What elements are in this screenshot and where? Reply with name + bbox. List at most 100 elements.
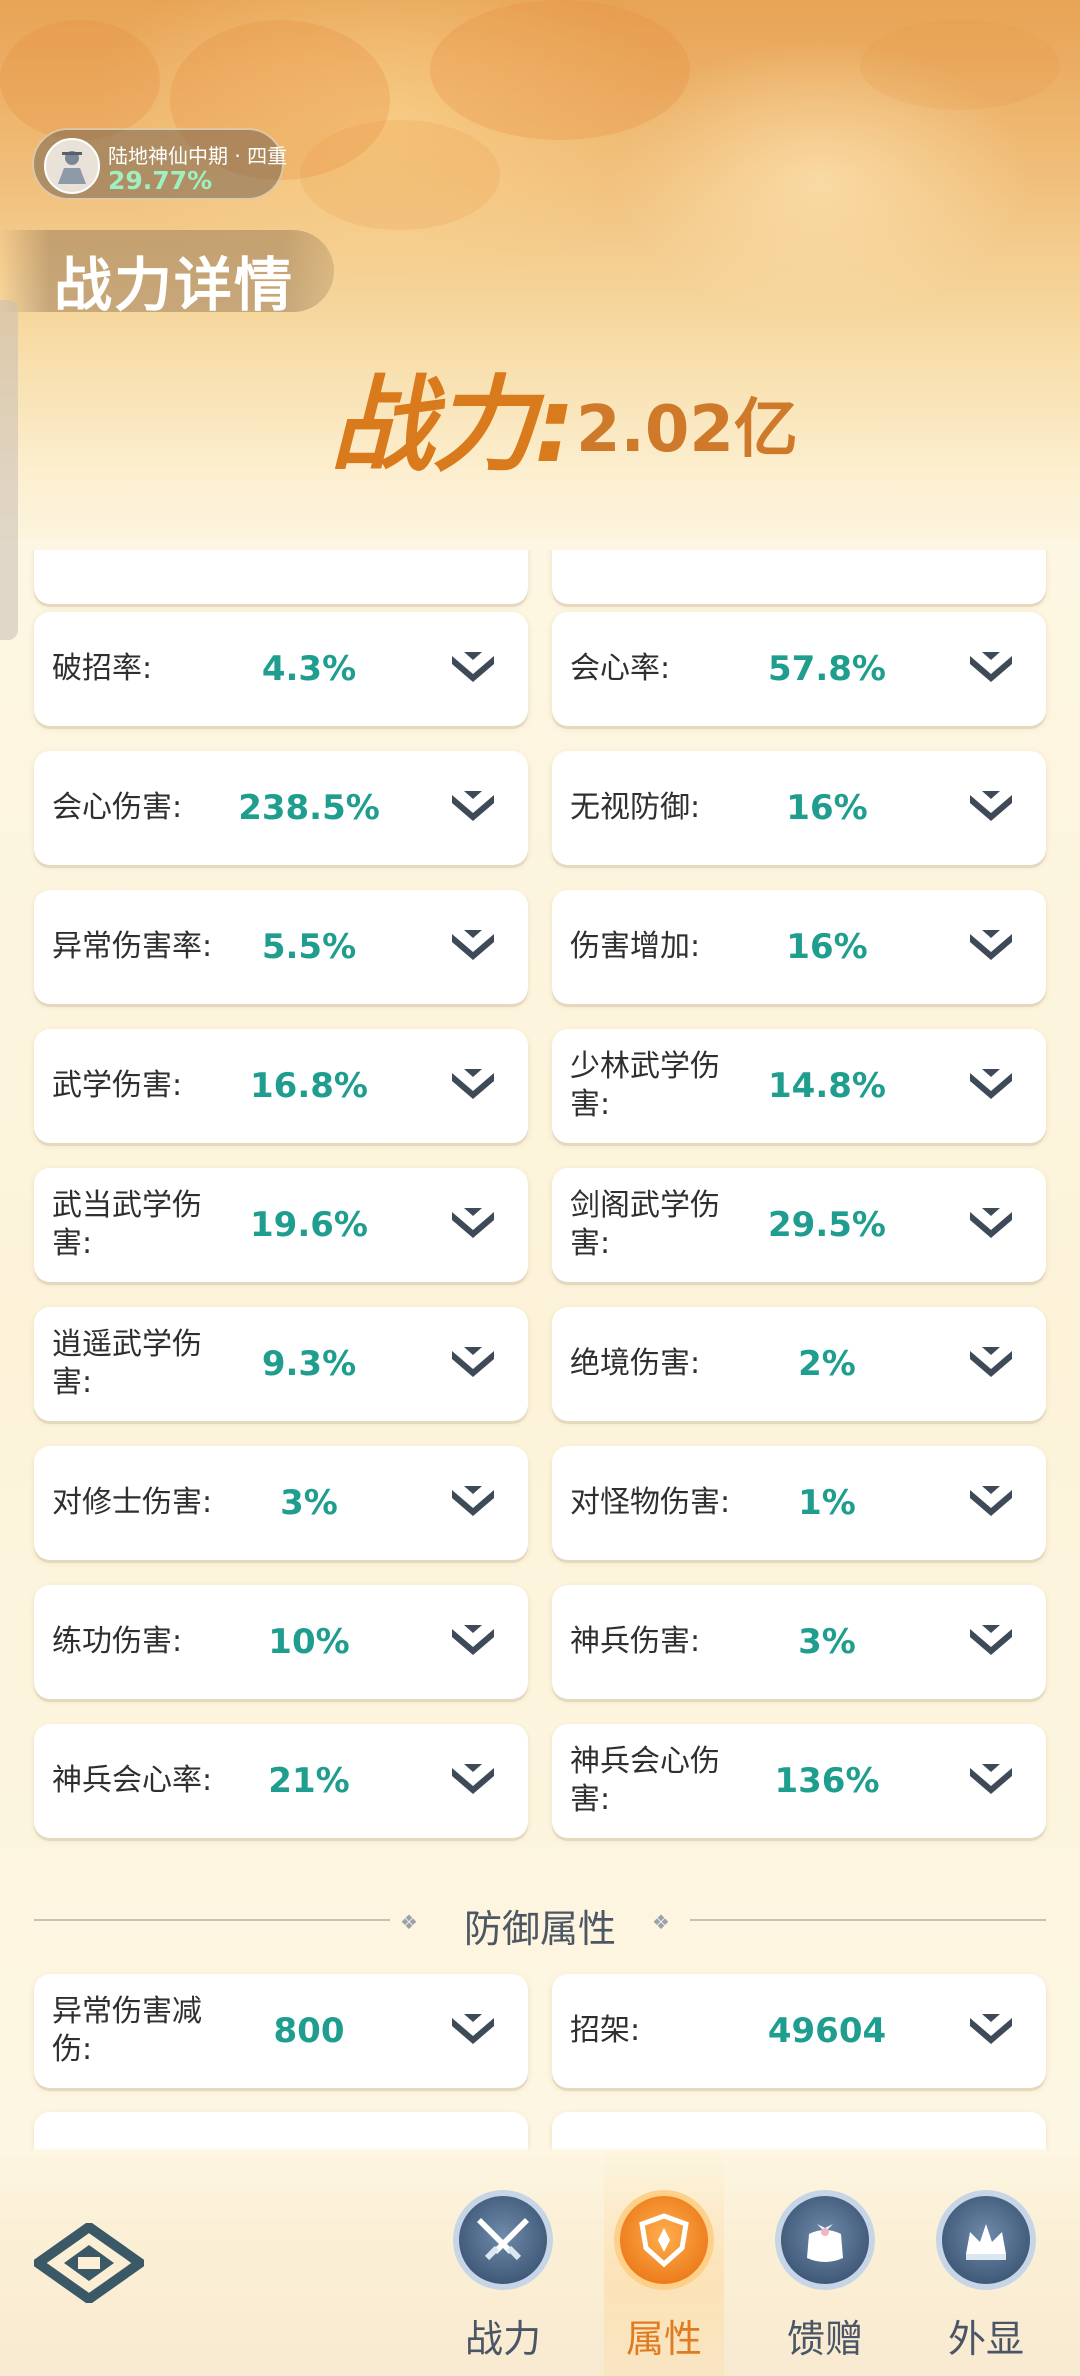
stat-card[interactable]: 伤害增加: 16% [552,890,1046,1004]
chevron-down-icon[interactable] [448,1345,498,1385]
chevron-down-icon[interactable] [448,1762,498,1802]
stat-card[interactable]: 武当武学伤害: 19.6% [34,1168,528,1282]
stat-card-partial [34,550,528,604]
stat-card-partial [552,2112,1046,2150]
stat-value: 5.5% [261,927,357,967]
stat-card[interactable]: 破招率: 4.3% [34,612,528,726]
chevron-down-icon[interactable] [966,2012,1016,2052]
stat-card[interactable]: 对修士伤害: 3% [34,1446,528,1560]
stat-value: 16% [786,788,868,828]
stat-label: 会心率: [570,651,671,686]
tab-label: 馈赠 [786,2317,863,2361]
stat-card[interactable]: 神兵会心率: 21% [34,1724,528,1838]
power-value: 2.02亿 [576,393,798,467]
crown-glyph [966,2224,1006,2260]
stat-card[interactable]: 神兵会心伤害: 136% [552,1724,1046,1838]
power-label: 战力: [330,364,576,486]
stat-label: 绝境伤害: [570,1346,701,1381]
stat-card[interactable]: 会心伤害: 238.5% [34,751,528,865]
chevron-down-icon[interactable] [448,1206,498,1246]
chevron-down-icon[interactable] [448,1484,498,1524]
stat-label: 对怪物伤害: [570,1485,731,1520]
stat-card[interactable]: 异常伤害率: 5.5% [34,890,528,1004]
chevron-down-icon[interactable] [448,928,498,968]
stat-value: 9.3% [261,1344,357,1384]
stat-value: 19.6% [250,1205,368,1245]
chevron-down-icon[interactable] [966,1484,1016,1524]
stat-value: 49604 [767,2011,887,2051]
tab-appearance[interactable]: 外显 [921,2190,1051,2376]
stat-card[interactable]: 练功伤害: 10% [34,1585,528,1699]
crown-icon [936,2190,1036,2290]
section-title: 防御属性 [463,1907,616,1951]
stat-label: 伤害增加: [570,929,701,964]
tab-attributes[interactable]: 属性 [599,2190,729,2376]
stat-value: 14.8% [768,1066,886,1106]
stat-value: 10% [268,1622,350,1662]
stat-label: 破招率: [52,651,153,686]
realm-progress-percent: 29.77% [108,166,213,195]
stat-value: 3% [280,1483,338,1523]
chevron-down-icon[interactable] [966,1623,1016,1663]
stat-label: 异常伤害减伤: [52,1994,202,2067]
tab-label: 属性 [625,2317,702,2361]
stat-value: 29.5% [768,1205,886,1245]
tab-power[interactable]: 战力 [438,2190,568,2376]
stat-value: 16.8% [250,1066,368,1106]
defense-section-header: ❖ 防御属性 ❖ [34,1890,1046,1951]
foliage-decoration [0,20,160,140]
stat-label: 剑阁武学伤害: [570,1188,720,1261]
stat-value: 4.3% [261,649,357,689]
stat-card[interactable]: 绝境伤害: 2% [552,1307,1046,1421]
chevron-down-icon[interactable] [966,1206,1016,1246]
stat-card[interactable]: 少林武学伤害: 14.8% [552,1029,1046,1143]
realm-level-name: 陆地神仙中期 · 四重 [108,144,288,168]
stat-card[interactable]: 对怪物伤害: 1% [552,1446,1046,1560]
chevron-down-icon[interactable] [448,650,498,690]
chevron-down-icon[interactable] [966,1345,1016,1385]
chevron-down-icon[interactable] [966,1762,1016,1802]
divider-line [690,1919,1046,1921]
stat-label: 招架: [570,2013,641,2048]
bottom-navigation: 战力 属性 馈赠 外显 [0,2148,1080,2376]
diamond-ornament-icon: ❖ [652,1910,670,1934]
stat-card-defense[interactable]: 招架: 49604 [552,1974,1046,2088]
tab-gifts[interactable]: 馈赠 [760,2190,890,2376]
page-title: 战力详情 [54,251,295,319]
stat-label: 逍遥武学伤害: [52,1327,202,1400]
stat-card[interactable]: 剑阁武学伤害: 29.5% [552,1168,1046,1282]
gift-bag-glyph [807,2224,843,2262]
stat-card[interactable]: 武学伤害: 16.8% [34,1029,528,1143]
shield-glyph [639,2213,689,2268]
stat-label: 会心伤害: [52,790,183,825]
stat-value: 2% [798,1344,856,1384]
stat-label: 武学伤害: [52,1068,183,1103]
foliage-decoration [300,120,500,230]
avatar-figure-icon [58,151,86,184]
menu-icon[interactable] [34,2223,144,2303]
chevron-down-icon[interactable] [966,650,1016,690]
stat-card[interactable]: 会心率: 57.8% [552,612,1046,726]
stat-card[interactable]: 神兵伤害: 3% [552,1585,1046,1699]
stat-value: 21% [268,1761,350,1801]
avatar [44,138,100,194]
chevron-down-icon[interactable] [448,1067,498,1107]
stat-card[interactable]: 无视防御: 16% [552,751,1046,865]
chevron-down-icon[interactable] [966,789,1016,829]
stat-label: 武当武学伤害: [52,1188,202,1261]
chevron-down-icon[interactable] [966,928,1016,968]
chevron-down-icon[interactable] [448,1623,498,1663]
shield-icon [614,2190,714,2290]
realm-level-badge[interactable]: 陆地神仙中期 · 四重 29.77% [32,128,288,200]
stat-value: 238.5% [238,788,380,828]
chevron-down-icon[interactable] [448,789,498,829]
stat-label: 神兵伤害: [570,1624,701,1659]
stat-value: 3% [798,1622,856,1662]
chevron-down-icon[interactable] [448,2012,498,2052]
stat-label: 少林武学伤害: [570,1049,720,1122]
stat-card-defense[interactable]: 异常伤害减伤: 800 [34,1974,528,2088]
stat-card[interactable]: 逍遥武学伤害: 9.3% [34,1307,528,1421]
tab-label: 战力 [464,2317,541,2361]
chevron-down-icon[interactable] [966,1067,1016,1107]
foliage-decoration [860,20,1060,110]
